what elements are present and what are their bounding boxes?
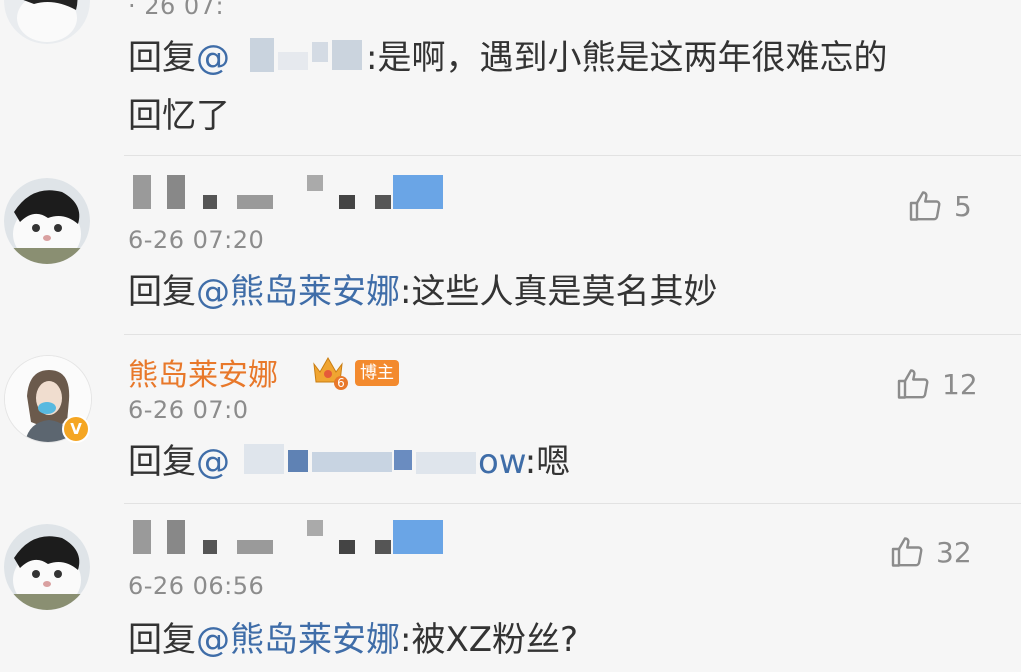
comment-time: 6-26 06:56	[128, 572, 265, 600]
like-button[interactable]: 5	[908, 188, 972, 224]
divider	[124, 155, 1021, 156]
reply-text: 回复@ :是啊，遇到小熊是这两年很难忘的	[128, 30, 887, 86]
level-number: 6	[334, 376, 348, 390]
comment-time: 6-26 07:0	[128, 396, 249, 424]
avatar-cat[interactable]	[4, 524, 90, 610]
like-button[interactable]: 12	[896, 366, 978, 402]
like-count: 32	[936, 535, 972, 569]
reply-text: 回复@熊岛莱安娜:被XZ粉丝?	[128, 612, 578, 668]
like-count: 12	[942, 367, 978, 401]
comment-time: 6-26 07:20	[128, 226, 265, 254]
mention-link[interactable]: @熊岛莱安娜	[196, 620, 400, 660]
author-name[interactable]: 熊岛莱安娜	[128, 350, 278, 394]
mention-link[interactable]: @熊岛莱安娜	[196, 272, 400, 312]
thumbs-up-icon	[891, 537, 923, 567]
reply-content: :是啊，遇到小熊是这两年很难忘的	[366, 38, 888, 78]
reply-content: :这些人真是莫名其妙	[400, 272, 718, 312]
reply-prefix: 回复	[128, 38, 196, 78]
avatar-cat[interactable]	[4, 0, 90, 44]
avatar-cat[interactable]	[4, 178, 90, 264]
reply-prefix: 回复	[128, 442, 196, 482]
blogger-badge: 博主	[355, 360, 399, 386]
like-count: 5	[954, 189, 972, 223]
reply-text: 回复@熊岛莱安娜:这些人真是莫名其妙	[128, 264, 717, 320]
blurred-username	[133, 175, 448, 215]
reply-content: :嗯	[524, 442, 571, 482]
blurred-username	[244, 438, 494, 482]
verified-badge-icon: V	[62, 415, 90, 443]
thumbs-up-icon	[909, 191, 941, 221]
blurred-username	[133, 520, 448, 560]
blurred-username	[244, 34, 370, 78]
reply-prefix: 回复	[128, 272, 196, 312]
reply-content: :被XZ粉丝?	[400, 620, 579, 660]
thumbs-up-icon	[897, 369, 929, 399]
divider	[124, 503, 1021, 504]
reply-prefix: 回复	[128, 620, 196, 660]
comment-time: · 26 07:	[128, 0, 225, 20]
like-button[interactable]: 32	[890, 534, 972, 570]
crown-level-icon: 6	[310, 352, 348, 390]
reply-content-line2: 回忆了	[128, 96, 230, 136]
divider	[124, 334, 1021, 335]
